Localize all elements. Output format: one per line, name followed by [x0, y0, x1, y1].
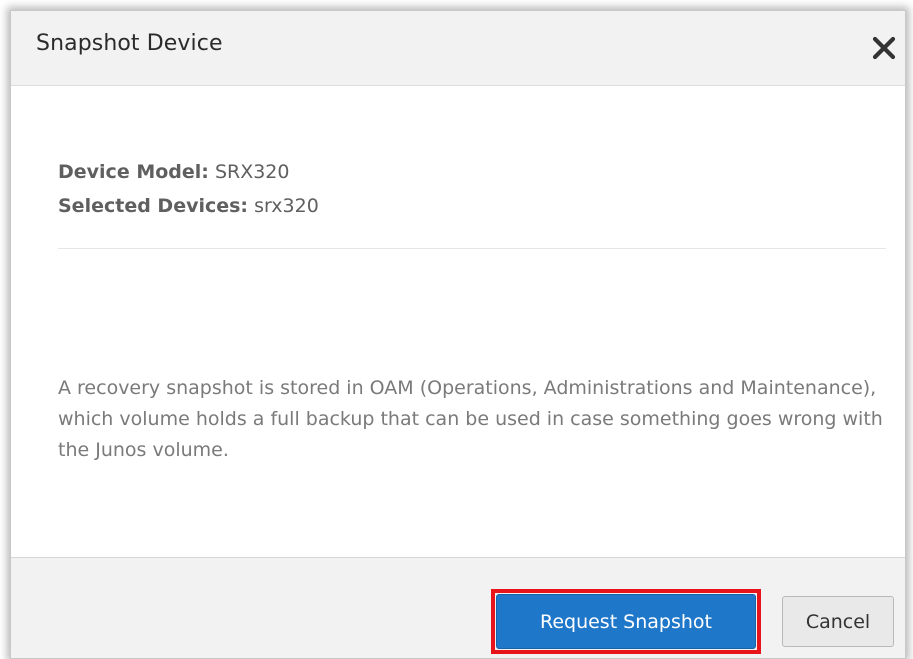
dialog-footer: Request Snapshot Cancel — [11, 557, 905, 658]
dialog-title: Snapshot Device — [36, 31, 223, 56]
selected-devices-label: Selected Devices: — [58, 195, 249, 217]
device-model-value: SRX320 — [214, 161, 290, 183]
device-model-label: Device Model: — [58, 161, 209, 183]
device-model-row: Device Model: SRX320 — [58, 155, 319, 189]
device-info: Device Model: SRX320 Selected Devices: s… — [58, 155, 319, 223]
close-icon — [872, 36, 896, 60]
dialog-header: Snapshot Device — [11, 11, 905, 86]
snapshot-description: A recovery snapshot is stored in OAM (Op… — [58, 377, 883, 461]
cancel-button[interactable]: Cancel — [782, 596, 894, 647]
request-snapshot-button[interactable]: Request Snapshot — [496, 594, 756, 649]
divider — [58, 248, 886, 249]
close-button[interactable] — [869, 33, 899, 63]
selected-devices-value: srx320 — [254, 195, 319, 217]
snapshot-dialog: Snapshot Device Device Model: SRX320 Sel… — [10, 10, 906, 659]
selected-devices-row: Selected Devices: srx320 — [58, 189, 319, 223]
